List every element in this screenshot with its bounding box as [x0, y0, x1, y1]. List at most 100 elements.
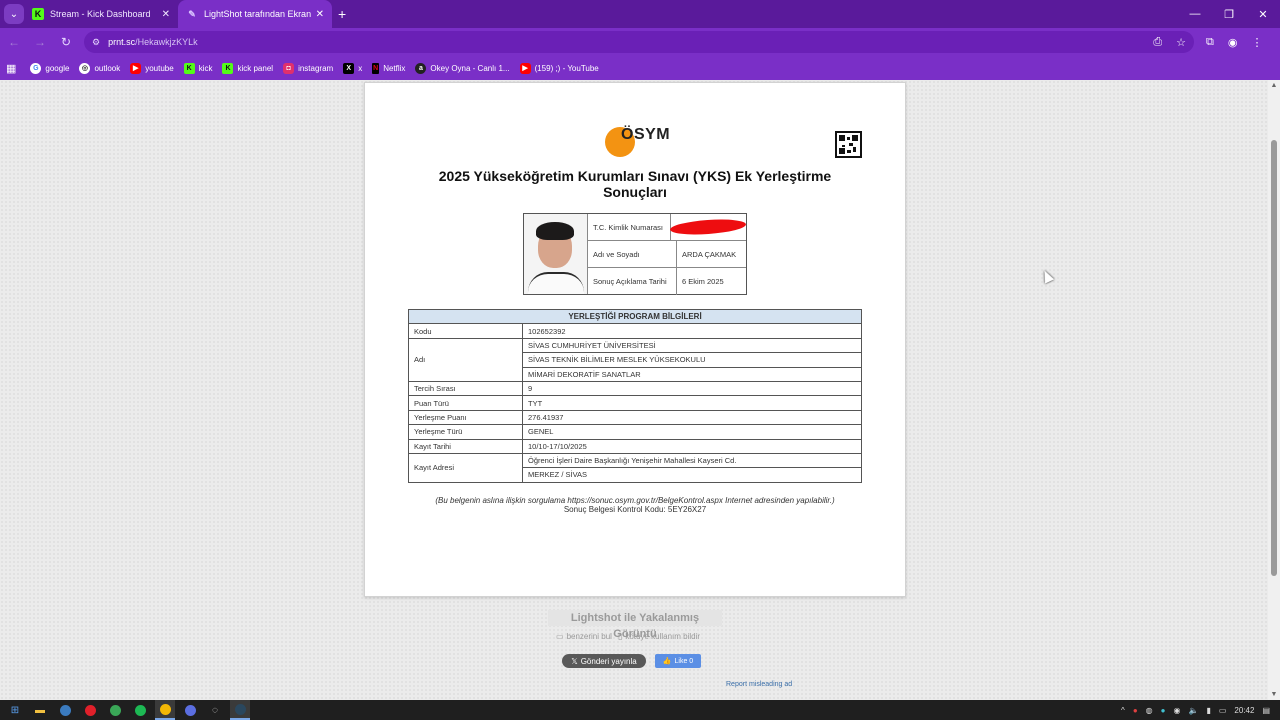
- site-info-icon[interactable]: ⚙: [92, 37, 100, 48]
- restore-button[interactable]: ❐: [1212, 0, 1246, 28]
- bookmark-outlook[interactable]: ◎ outlook: [79, 62, 120, 74]
- bookmark-okey[interactable]: a Okey Oyna - Canlı 1...: [415, 62, 510, 74]
- clock-text[interactable]: 20:42: [1234, 706, 1254, 715]
- table-row: Kayıt Tarihi 10/10-17/10/2025: [408, 438, 862, 454]
- table-row: Yerleşme Türü GENEL: [408, 424, 862, 440]
- tray-app-icon[interactable]: ●: [1133, 706, 1138, 715]
- okey-icon: a: [415, 62, 427, 74]
- kick-icon: K: [32, 8, 44, 20]
- osym-logo: ÖSYM: [605, 125, 675, 159]
- osym-logo-text: ÖSYM: [621, 126, 671, 143]
- windows-start-icon[interactable]: ⊞: [5, 700, 25, 720]
- clock-app-icon[interactable]: ◌: [205, 700, 225, 720]
- install-app-icon[interactable]: ⎙: [1153, 36, 1162, 49]
- browser-toolbar: ← → ↻ ⚙ prnt.sc/HekawkjzKYLk ⎙ ☆ ⧉ ◉ ⋮: [0, 28, 1280, 56]
- close-tab-icon[interactable]: ✕: [162, 9, 170, 20]
- full-name-row: Adı ve Soyadı ARDA ÇAKMAK: [588, 241, 746, 268]
- report-abuse-link[interactable]: ▯ kötüye kullanım bildir: [618, 632, 700, 641]
- tab-lightshot[interactable]: ✎ LightShot tarafından Ekran Görü ✕: [178, 0, 332, 28]
- x-icon: 𝕏: [571, 656, 578, 666]
- kick-icon: K: [222, 62, 234, 74]
- network-icon[interactable]: ▭: [1219, 706, 1227, 715]
- table-row: Tercih Sırası 9: [408, 380, 862, 397]
- feather-icon: ✎: [188, 8, 196, 19]
- bookmark-netflix[interactable]: N Netflix: [372, 62, 405, 74]
- table-row: Yerleşme Puanı 276.41937: [408, 409, 862, 426]
- facebook-like-button[interactable]: 👍 Like 0: [655, 654, 701, 668]
- notification-icon[interactable]: ▤: [1262, 706, 1270, 715]
- result-date-row: Sonuç Açıklama Tarihi 6 Ekim 2025: [588, 268, 746, 295]
- window-controls: — ❐ ✕: [1178, 0, 1280, 28]
- file-explorer-icon[interactable]: ▬: [30, 700, 50, 720]
- document-title: 2025 Yükseköğretim Kurumları Sınavı (YKS…: [438, 168, 832, 200]
- close-window-button[interactable]: ✕: [1246, 0, 1280, 28]
- tray-chevron-icon[interactable]: ^: [1121, 706, 1125, 715]
- spotify-icon[interactable]: [130, 700, 150, 720]
- minimize-button[interactable]: —: [1178, 0, 1212, 28]
- bookmark-google[interactable]: Ggoogle: [30, 62, 69, 74]
- opera-icon[interactable]: [80, 700, 100, 720]
- steam-icon[interactable]: [55, 700, 75, 720]
- new-tab-button[interactable]: +: [338, 6, 346, 22]
- verification-note: (Bu belgenin aslına ilişkin sorgulama ht…: [435, 496, 835, 505]
- table-row: Puan Türü TYT: [408, 395, 862, 411]
- apps-grid-icon[interactable]: ▦: [6, 62, 16, 75]
- forward-button[interactable]: →: [28, 30, 52, 54]
- steam-tray-icon[interactable]: ◉: [1173, 706, 1180, 715]
- back-button[interactable]: ←: [2, 30, 26, 54]
- bookmark-youtube[interactable]: ▶ youtube: [130, 62, 174, 74]
- url-host: prnt.sc: [108, 37, 136, 47]
- bookmarks-bar: ▦ Ggoogle ◎ outlook ▶ youtube Kkick Kkick …: [0, 56, 1280, 80]
- menu-kebab-icon[interactable]: ⋮: [1251, 36, 1262, 49]
- image-icon: ▭: [556, 632, 564, 641]
- tab-search-icon[interactable]: ⌄: [4, 4, 24, 24]
- system-tray: ^ ● ◍ ● ◉ 🔈 ▮ ▭ 20:42 ▤: [1121, 706, 1280, 715]
- app-icon[interactable]: [180, 700, 200, 720]
- scrollbar-thumb[interactable]: [1271, 140, 1277, 576]
- lightshot-links: ▭ benzerini bul ▯ kötüye kullanım bildir: [556, 632, 700, 641]
- tweet-button[interactable]: 𝕏 Gönderi yayınla: [562, 654, 646, 668]
- x-icon: X: [343, 62, 355, 74]
- lightshot-caption: Lightshot ile Yakalanmış Görüntü: [548, 610, 722, 640]
- bookmark-instagram[interactable]: ◘ instagram: [283, 62, 333, 74]
- redaction-mark: [669, 217, 747, 237]
- chrome-icon[interactable]: [105, 700, 125, 720]
- bookmark-kick-panel[interactable]: Kkick panel: [222, 62, 273, 74]
- bookmark-youtube-159[interactable]: ▶ (159) ;) - YouTube: [519, 62, 599, 74]
- windows-taskbar: ⊞ ▬ ◌ ^ ● ◍ ● ◉ 🔈 ▮ ▭ 20:42 ▤: [0, 700, 1280, 720]
- netflix-icon: N: [372, 62, 380, 74]
- candidate-info-box: T.C. Kimlik Numarası Adı ve Soyadı ARDA …: [523, 213, 747, 295]
- bookmark-x[interactable]: Xx: [343, 62, 362, 74]
- program-info-table: YERLEŞTİĞİ PROGRAM BİLGİLERİ Kodu 1026523…: [408, 308, 862, 483]
- bookmark-star-icon[interactable]: ☆: [1176, 36, 1186, 49]
- kick-icon: K: [183, 62, 195, 74]
- thumbs-up-icon: 👍: [662, 658, 672, 665]
- extensions-icon[interactable]: ⧉: [1206, 36, 1214, 49]
- reload-button[interactable]: ↻: [54, 30, 78, 54]
- find-similar-link[interactable]: ▭ benzerini bul: [556, 632, 612, 641]
- bookmark-kick[interactable]: Kkick: [183, 62, 212, 74]
- table-row: Kayıt Adresi Öğrenci İşleri Daire Başkanl…: [408, 452, 862, 483]
- tab-strip: ⌄ K Stream - Kick Dashboard ✕ ✎ LightSho…: [0, 0, 1280, 28]
- volume-icon[interactable]: 🔈: [1188, 706, 1198, 715]
- youtube-icon: ▶: [130, 62, 142, 74]
- url-path: /HekawkjzKYLk: [135, 37, 198, 47]
- report-ad-link[interactable]: Report misleading ad: [726, 681, 792, 688]
- qr-code-icon: [835, 131, 862, 158]
- profile-avatar-icon[interactable]: ◉: [1228, 36, 1238, 49]
- tab-title: LightShot tarafından Ekran Görü: [204, 9, 312, 19]
- discord-icon[interactable]: ◍: [1146, 706, 1153, 715]
- microphone-icon[interactable]: ▮: [1206, 706, 1210, 715]
- outlook-icon: ◎: [79, 62, 91, 74]
- candidate-photo: [524, 214, 588, 294]
- chrome-active-icon[interactable]: [155, 700, 175, 720]
- address-bar[interactable]: ⚙ prnt.sc/HekawkjzKYLk ⎙ ☆: [84, 31, 1194, 53]
- steam-active-icon[interactable]: [230, 700, 250, 720]
- table-row: Adı SİVAS CUMHURİYET ÜNİVERSİTESİ: [408, 337, 862, 382]
- scroll-down-icon[interactable]: ▼: [1270, 691, 1278, 698]
- tray-app-icon[interactable]: ●: [1161, 706, 1166, 715]
- tab-kick-dashboard[interactable]: K Stream - Kick Dashboard ✕: [24, 0, 178, 28]
- scroll-up-icon[interactable]: ▲: [1270, 82, 1278, 89]
- trash-icon: ▯: [617, 632, 623, 641]
- close-tab-icon[interactable]: ✕: [316, 9, 324, 20]
